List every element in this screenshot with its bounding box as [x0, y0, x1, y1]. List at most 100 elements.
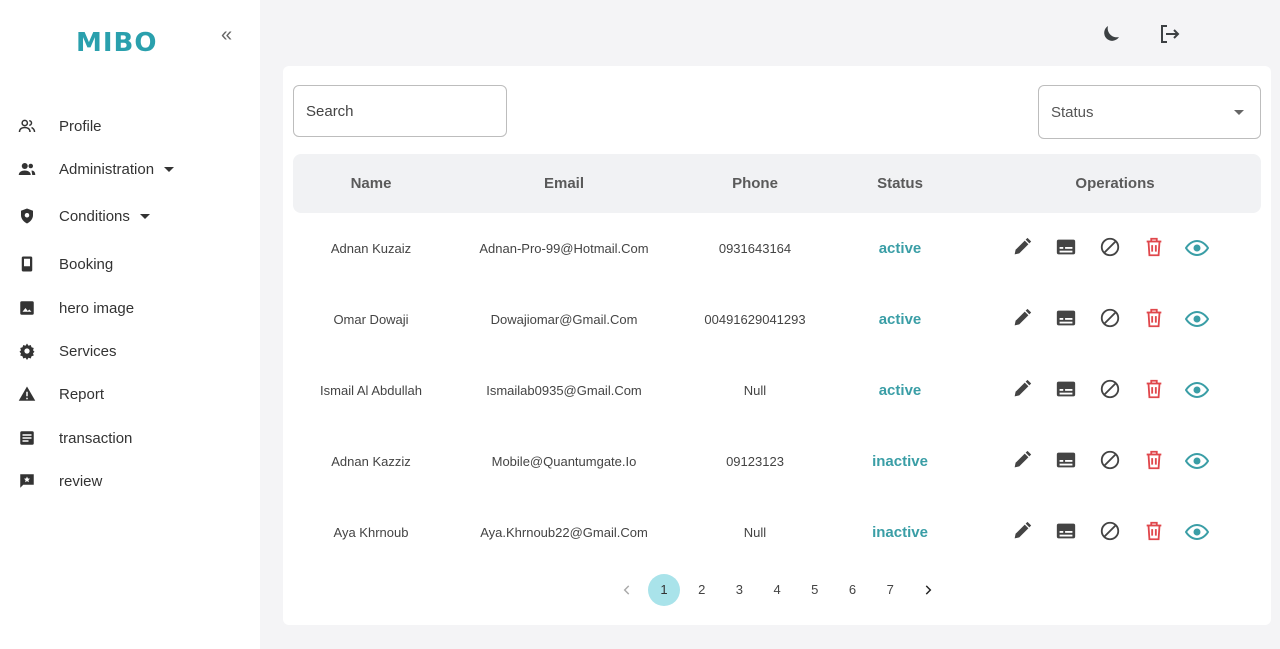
table-row: Adnan Kuzaiz Adnan-Pro-99@Hotmail.Com 0931… — [293, 213, 1261, 284]
chevron-left-icon[interactable] — [611, 574, 643, 606]
book-icon — [18, 255, 36, 273]
card-icon[interactable] — [1055, 520, 1079, 544]
block-icon[interactable] — [1099, 236, 1123, 260]
cell-phone: Null — [743, 525, 767, 540]
view-icon[interactable] — [1184, 378, 1210, 402]
cell-email: Adnan-Pro-99@Hotmail.Com — [479, 241, 649, 256]
sidebar-item-administration[interactable]: Administration — [0, 149, 260, 189]
column-header-phone: Phone — [732, 175, 778, 192]
cell-phone: 00491629041293 — [704, 312, 806, 327]
sidebar-item-label: transaction — [59, 429, 133, 447]
sidebar-item-transaction[interactable]: transaction — [0, 418, 260, 458]
row-operations — [1011, 236, 1231, 262]
sidebar-item-booking[interactable]: Booking — [0, 244, 260, 284]
card-icon[interactable] — [1055, 236, 1079, 260]
cell-email: Aya.Khrnoub22@Gmail.Com — [480, 525, 648, 540]
delete-icon[interactable] — [1143, 307, 1167, 331]
sidebar-item-label: Profile — [59, 117, 102, 135]
sidebar-item-label: Report — [59, 385, 105, 403]
page-5-button[interactable]: 5 — [799, 574, 831, 606]
caret-down-icon — [164, 167, 175, 173]
status-badge: inactive — [872, 524, 928, 541]
column-header-status: Status — [877, 175, 923, 192]
sidebar-item-conditions[interactable]: Conditions — [0, 196, 260, 236]
edit-icon[interactable] — [1011, 449, 1035, 473]
status-badge: inactive — [872, 453, 928, 470]
sidebar-item-services[interactable]: Services — [0, 331, 260, 371]
view-icon[interactable] — [1184, 520, 1210, 544]
page-7-button[interactable]: 7 — [874, 574, 906, 606]
table-row: Aya Khrnoub Aya.Khrnoub22@Gmail.Com Null in… — [293, 497, 1261, 568]
table-row: Omar Dowaji Dowajiomar@Gmail.Com 004916290… — [293, 284, 1261, 355]
caret-down-icon — [1234, 110, 1244, 115]
delete-icon[interactable] — [1143, 520, 1167, 544]
page-1-button[interactable]: 1 — [648, 574, 680, 606]
block-icon[interactable] — [1099, 307, 1123, 331]
pagination: 1234567 — [283, 574, 1271, 606]
cell-name: Ismail Al Abdullah — [320, 383, 422, 398]
sidebar-item-hero-image[interactable]: hero image — [0, 288, 260, 328]
block-icon[interactable] — [1099, 378, 1123, 402]
table-row: Ismail Al Abdullah Ismailab0935@Gmail.Com… — [293, 355, 1261, 426]
cell-email: Dowajiomar@Gmail.Com — [490, 312, 638, 327]
cell-phone: 0931643164 — [718, 241, 792, 256]
sidebar-item-label: hero image — [59, 299, 135, 317]
page-6-button[interactable]: 6 — [837, 574, 869, 606]
view-icon[interactable] — [1184, 449, 1210, 473]
cell-name: Omar Dowaji — [333, 312, 409, 327]
cell-name: Adnan Kuzaiz — [330, 241, 412, 256]
delete-icon[interactable] — [1143, 378, 1167, 402]
row-operations — [1011, 520, 1231, 546]
sidebar-item-label: Administration — [59, 160, 155, 178]
cell-name: Adnan Kazziz — [331, 454, 411, 469]
search-input[interactable] — [293, 85, 507, 137]
users-icon — [18, 117, 36, 135]
status-select[interactable]: Status — [1038, 85, 1261, 139]
delete-icon[interactable] — [1143, 449, 1167, 473]
status-badge: active — [878, 311, 922, 328]
status-badge: active — [878, 240, 922, 257]
cell-phone: 09123123 — [726, 454, 784, 469]
card-icon[interactable] — [1055, 449, 1079, 473]
card-icon[interactable] — [1055, 307, 1079, 331]
row-operations — [1011, 449, 1231, 475]
column-header-email: Email — [543, 175, 585, 192]
image-icon — [18, 299, 36, 317]
sidebar-item-review[interactable]: review — [0, 461, 260, 501]
gear-icon — [18, 342, 36, 360]
cell-email: Mobile@Quantumgate.Io — [491, 454, 637, 469]
table-header: Name Email Phone Status Operations — [293, 154, 1261, 213]
view-icon[interactable] — [1184, 307, 1210, 331]
double-chevron-left-icon[interactable]: « — [221, 24, 232, 47]
column-header-name: Name — [350, 175, 392, 192]
edit-icon[interactable] — [1011, 307, 1035, 331]
row-operations — [1011, 378, 1231, 404]
block-icon[interactable] — [1099, 520, 1123, 544]
logout-icon[interactable] — [1157, 22, 1181, 46]
view-icon[interactable] — [1184, 236, 1210, 260]
sidebar-item-label: Booking — [59, 255, 114, 273]
card-icon[interactable] — [1055, 378, 1079, 402]
warning-icon — [18, 385, 36, 403]
block-icon[interactable] — [1099, 449, 1123, 473]
users-card: Status Name Email Phone Status Operation… — [283, 66, 1271, 625]
page-4-button[interactable]: 4 — [761, 574, 793, 606]
edit-icon[interactable] — [1011, 520, 1035, 544]
delete-icon[interactable] — [1143, 236, 1167, 260]
edit-icon[interactable] — [1011, 236, 1035, 260]
status-select-label: Status — [1051, 103, 1094, 121]
cell-name: Aya Khrnoub — [333, 525, 409, 540]
sidebar: MIBO « Profile Administration Conditions… — [0, 0, 260, 649]
edit-icon[interactable] — [1011, 378, 1035, 402]
chevron-right-icon[interactable] — [912, 574, 944, 606]
page-2-button[interactable]: 2 — [686, 574, 718, 606]
column-header-operations: Operations — [1075, 175, 1155, 192]
review-icon — [18, 472, 36, 490]
sidebar-item-report[interactable]: Report — [0, 374, 260, 414]
group-icon — [18, 160, 36, 178]
cell-phone: Null — [743, 383, 767, 398]
moon-icon[interactable] — [1099, 22, 1123, 46]
page-3-button[interactable]: 3 — [723, 574, 755, 606]
sidebar-item-label: Conditions — [59, 207, 130, 225]
sidebar-item-profile[interactable]: Profile — [0, 106, 260, 146]
